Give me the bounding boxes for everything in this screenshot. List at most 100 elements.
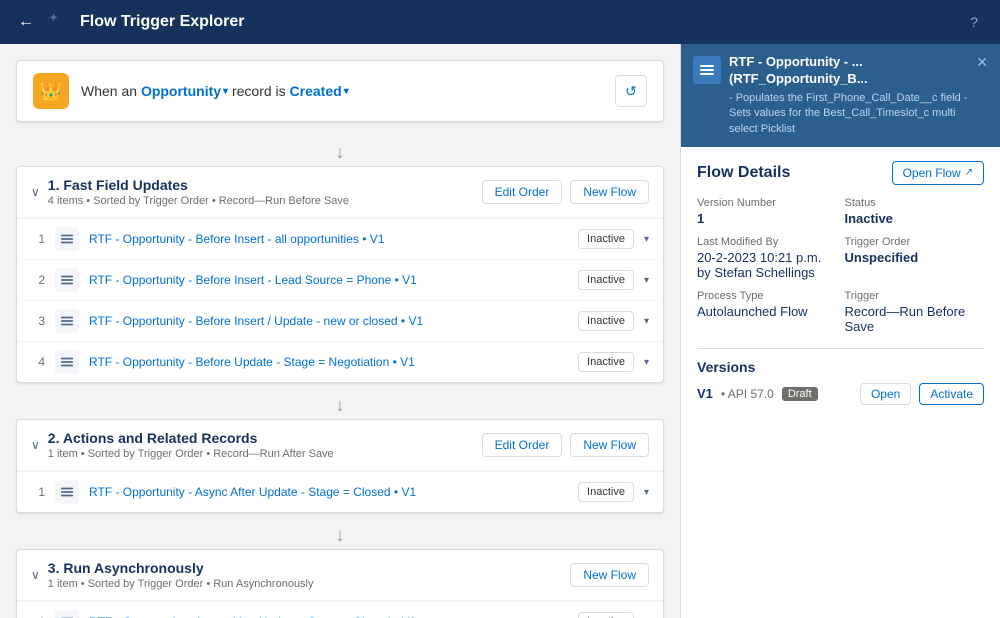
version-open-button[interactable]: Open: [860, 383, 911, 405]
trigger-bar: 👑 When an Opportunity ▾ record is Create…: [16, 60, 664, 122]
version-badge: Draft: [782, 387, 818, 401]
version-row-1: V1 • API 57.0 Draft Open Activate: [697, 383, 984, 405]
version-number-field: Version Number 1: [697, 197, 837, 226]
trigger-icon: 👑: [33, 73, 69, 109]
right-panel-body: Flow Details Open Flow ↗ Version Number …: [681, 147, 1000, 618]
section-header-1: ∨ 1. Fast Field Updates 4 items • Sorted…: [17, 167, 663, 218]
flow-caret-2-1[interactable]: ▾: [644, 487, 649, 498]
status-label: Status: [845, 197, 985, 209]
arrow-connector-2: ↓: [16, 391, 664, 419]
trigger-value: Record—Run Before Save: [845, 304, 985, 334]
section-title-wrap-2: 2. Actions and Related Records 1 item • …: [48, 430, 482, 460]
flow-row-1-1: 1 RTF - Opportunity - Before Insert - al…: [17, 218, 663, 259]
version-api: • API 57.0: [721, 387, 774, 401]
versions-heading: Versions: [697, 359, 984, 375]
trigger-order-value: Unspecified: [845, 250, 985, 265]
flow-label-1-2[interactable]: RTF - Opportunity - Before Insert - Lead…: [89, 273, 568, 287]
section-title-2: 2. Actions and Related Records: [48, 430, 258, 446]
arrow-connector-1: ↓: [16, 138, 664, 166]
external-link-icon: ↗: [965, 167, 973, 178]
flow-status-1-1: Inactive: [578, 229, 634, 249]
edit-order-button-1[interactable]: Edit Order: [482, 180, 563, 204]
flow-details-grid: Version Number 1 Status Inactive Last Mo…: [697, 197, 984, 334]
status-value: Inactive: [845, 211, 985, 226]
right-panel: RTF - Opportunity - ... (RTF_Opportunity…: [680, 44, 1000, 618]
flow-icon-1-2: [55, 268, 79, 292]
flow-status-3-1: Inactive: [578, 612, 634, 618]
app-title: Flow Trigger Explorer: [80, 13, 244, 31]
section-subtitle-2: 1 item • Sorted by Trigger Order • Recor…: [48, 448, 482, 460]
flow-icon-1-1: [55, 227, 79, 251]
section-actions-1: Edit Order New Flow: [482, 180, 649, 204]
flow-caret-1-4[interactable]: ▾: [644, 357, 649, 368]
status-field: Status Inactive: [845, 197, 985, 226]
version-number-label: Version Number: [697, 197, 837, 209]
right-panel-flow-title: RTF - Opportunity - ... (RTF_Opportunity…: [729, 54, 968, 88]
flow-details-heading: Flow Details: [697, 164, 790, 182]
flow-caret-1-1[interactable]: ▾: [644, 234, 649, 245]
section-header-2: ∨ 2. Actions and Related Records 1 item …: [17, 420, 663, 471]
flow-row-2-1: 1 RTF - Opportunity - Async After Update…: [17, 471, 663, 512]
trigger-field: Trigger Record—Run Before Save: [845, 290, 985, 334]
flow-icon-1-3: [55, 309, 79, 333]
flow-num-1-3: 3: [31, 314, 45, 328]
event-caret-icon: ▾: [344, 86, 349, 97]
flow-row-1-4: 4 RTF - Opportunity - Before Update - St…: [17, 341, 663, 382]
object-caret-icon: ▾: [223, 86, 228, 97]
section-header-3: ∨ 3. Run Asynchronously 1 item • Sorted …: [17, 550, 663, 601]
flow-label-2-1[interactable]: RTF - Opportunity - Async After Update -…: [89, 485, 568, 499]
last-modified-field: Last Modified By 20-2-2023 10:21 p.m. by…: [697, 236, 837, 280]
right-panel-flow-info: RTF - Opportunity - ... (RTF_Opportunity…: [729, 54, 968, 137]
trigger-event-dropdown[interactable]: Created ▾: [290, 83, 349, 99]
section-chevron-2[interactable]: ∨: [31, 438, 40, 452]
trigger-order-label: Trigger Order: [845, 236, 985, 248]
section-subtitle-1: 4 items • Sorted by Trigger Order • Reco…: [48, 195, 482, 207]
process-type-value: Autolaunched Flow: [697, 304, 837, 319]
section-title-1: 1. Fast Field Updates: [48, 177, 188, 193]
back-button[interactable]: ←: [12, 8, 40, 36]
flow-status-2-1: Inactive: [578, 482, 634, 502]
open-flow-button[interactable]: Open Flow ↗: [892, 161, 984, 185]
flow-label-1-3[interactable]: RTF - Opportunity - Before Insert / Upda…: [89, 314, 568, 328]
section-actions-related: ∨ 2. Actions and Related Records 1 item …: [16, 419, 664, 513]
header: ← ✦ Flow Trigger Explorer ?: [0, 0, 1000, 44]
flow-num-1-1: 1: [31, 232, 45, 246]
flow-label-1-4[interactable]: RTF - Opportunity - Before Update - Stag…: [89, 355, 568, 369]
right-panel-flow-icon: [693, 56, 721, 84]
section-title-3: 3. Run Asynchronously: [48, 560, 204, 576]
version-activate-button[interactable]: Activate: [919, 383, 984, 405]
right-panel-close-button[interactable]: ✕: [976, 54, 988, 71]
new-flow-button-2[interactable]: New Flow: [570, 433, 649, 457]
section-title-wrap-3: 3. Run Asynchronously 1 item • Sorted by…: [48, 560, 571, 590]
flow-label-1-1[interactable]: RTF - Opportunity - Before Insert - all …: [89, 232, 568, 246]
flow-icon-1-4: [55, 350, 79, 374]
flow-num-2-1: 1: [31, 485, 45, 499]
flow-num-1-4: 4: [31, 355, 45, 369]
flow-status-1-3: Inactive: [578, 311, 634, 331]
edit-order-button-2[interactable]: Edit Order: [482, 433, 563, 457]
help-button[interactable]: ?: [960, 8, 988, 36]
flow-icon-3-1: [55, 610, 79, 618]
trigger-object-dropdown[interactable]: Opportunity ▾: [141, 83, 228, 99]
flow-status-1-2: Inactive: [578, 270, 634, 290]
trigger-order-field: Trigger Order Unspecified: [845, 236, 985, 280]
new-flow-button-3[interactable]: New Flow: [570, 563, 649, 587]
section-title-wrap-1: 1. Fast Field Updates 4 items • Sorted b…: [48, 177, 482, 207]
flow-details-title-row: Flow Details Open Flow ↗: [697, 161, 984, 185]
flow-num-1-2: 2: [31, 273, 45, 287]
flow-icon-2-1: [55, 480, 79, 504]
section-chevron-3[interactable]: ∨: [31, 568, 40, 582]
flow-row-3-1: 1 RTF - Opportunity - Async After Update…: [17, 601, 663, 618]
right-panel-flow-desc: - Populates the First_Phone_Call_Date__c…: [729, 91, 968, 137]
section-subtitle-3: 1 item • Sorted by Trigger Order • Run A…: [48, 578, 571, 590]
trigger-text: When an Opportunity ▾ record is Created …: [81, 83, 349, 99]
flow-caret-1-3[interactable]: ▾: [644, 316, 649, 327]
section-chevron-1[interactable]: ∨: [31, 185, 40, 199]
main-layout: 👑 When an Opportunity ▾ record is Create…: [0, 44, 1000, 618]
divider: [697, 348, 984, 349]
new-flow-button-1[interactable]: New Flow: [570, 180, 649, 204]
section-actions-3: New Flow: [570, 563, 649, 587]
flow-caret-1-2[interactable]: ▾: [644, 275, 649, 286]
refresh-button[interactable]: ↺: [615, 75, 647, 107]
last-modified-value: 20-2-2023 10:21 p.m. by Stefan Schelling…: [697, 250, 837, 280]
